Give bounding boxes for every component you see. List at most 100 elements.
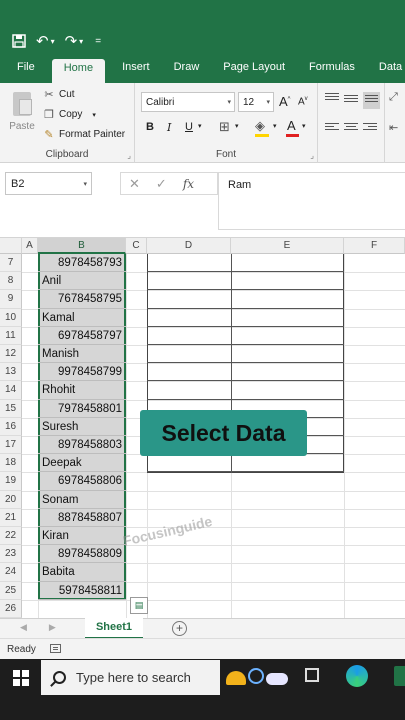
row-header[interactable]: 11 — [0, 326, 22, 345]
cell-b[interactable]: Sonam — [38, 491, 126, 509]
row-header[interactable]: 8 — [0, 272, 22, 291]
redo-icon[interactable]: ↷ ▾ — [65, 32, 84, 50]
orientation-icon[interactable]: ⤢ — [389, 91, 398, 104]
fill-color-icon[interactable]: ◈ — [255, 118, 265, 134]
sheet-tab-sheet1[interactable]: Sheet1 — [85, 618, 143, 639]
borders-icon[interactable]: ⊞ — [219, 119, 230, 135]
cell-b[interactable]: Kiran — [38, 527, 126, 545]
row-header[interactable]: 25 — [0, 581, 22, 600]
shrink-font-button[interactable]: Av — [298, 96, 308, 107]
row-header[interactable]: 24 — [0, 563, 22, 582]
cell-b[interactable]: 8878458807 — [38, 509, 126, 527]
tab-data[interactable]: Data — [367, 57, 405, 83]
align-middle-icon[interactable] — [344, 95, 358, 105]
windows-start-icon[interactable] — [13, 670, 29, 686]
underline-button[interactable]: U — [185, 121, 193, 133]
row-header[interactable]: 10 — [0, 308, 22, 327]
align-left-icon[interactable] — [325, 123, 339, 133]
excel-taskbar-icon[interactable] — [394, 666, 405, 686]
row-header[interactable]: 15 — [0, 399, 22, 418]
row-header[interactable]: 9 — [0, 290, 22, 309]
format-painter-button[interactable]: ✎ Format Painter — [43, 128, 125, 141]
widget-stethoscope-icon[interactable] — [248, 668, 264, 684]
row-header[interactable]: 12 — [0, 345, 22, 364]
tab-page-layout[interactable]: Page Layout — [211, 57, 297, 83]
row-header[interactable]: 13 — [0, 363, 22, 382]
column-header-a[interactable]: A — [22, 238, 38, 254]
name-box[interactable]: B2 ▾ — [5, 172, 92, 195]
undo-icon[interactable]: ↶ ▾ — [36, 32, 55, 50]
cell-b[interactable]: 8978458803 — [38, 436, 126, 454]
row-header[interactable]: 7 — [0, 254, 22, 273]
tab-draw[interactable]: Draw — [162, 57, 212, 83]
cell-b[interactable]: Deepak — [38, 454, 126, 472]
row-header[interactable]: 14 — [0, 381, 22, 400]
chevron-down-icon[interactable]: ▾ — [198, 122, 202, 130]
cut-button[interactable]: ✂ Cut — [43, 88, 74, 101]
chevron-down-icon[interactable]: ▾ — [83, 180, 87, 188]
row-header[interactable]: 23 — [0, 545, 22, 564]
align-right-icon[interactable] — [363, 123, 377, 133]
select-all-corner[interactable] — [0, 238, 22, 254]
task-view-icon[interactable] — [305, 668, 319, 682]
previous-sheet-icon[interactable]: ◀ — [20, 622, 27, 633]
font-name-select[interactable]: Calibri ▾ — [141, 92, 235, 112]
row-header[interactable]: 20 — [0, 490, 22, 509]
quick-analysis-icon[interactable]: ▤ — [130, 597, 148, 614]
cell-b[interactable]: 8978458809 — [38, 545, 126, 563]
formula-input[interactable]: Ram — [218, 172, 405, 230]
enter-icon[interactable]: ✓ — [156, 176, 167, 192]
cell-b[interactable]: 7678458795 — [38, 290, 126, 308]
tab-insert[interactable]: Insert — [110, 57, 162, 83]
row-header[interactable]: 21 — [0, 508, 22, 527]
copy-button[interactable]: ❐ Copy ▾ — [43, 108, 96, 121]
row-header[interactable]: 17 — [0, 436, 22, 455]
cell-b[interactable]: Babita — [38, 563, 126, 581]
cell-b[interactable]: Kamal — [38, 309, 126, 327]
cancel-icon[interactable]: ✕ — [129, 176, 140, 192]
tab-formulas[interactable]: Formulas — [297, 57, 367, 83]
taskbar-search[interactable]: Type here to search — [41, 660, 220, 695]
cell-b[interactable]: Anil — [38, 272, 126, 290]
chevron-down-icon[interactable]: ▾ — [92, 111, 96, 119]
cell-b[interactable]: 9978458799 — [38, 363, 126, 381]
grow-font-button[interactable]: A^ — [279, 94, 291, 109]
column-header-d[interactable]: D — [147, 238, 231, 254]
cell-b[interactable]: Suresh — [38, 418, 126, 436]
row-header[interactable]: 19 — [0, 472, 22, 491]
column-header-e[interactable]: E — [231, 238, 344, 254]
paste-button[interactable]: Paste — [8, 89, 36, 132]
chevron-down-icon[interactable]: ▾ — [302, 122, 306, 130]
column-header-c[interactable]: C — [126, 238, 147, 254]
tab-file[interactable]: File — [5, 57, 47, 83]
align-center-icon[interactable] — [344, 123, 358, 133]
save-icon[interactable] — [12, 34, 26, 48]
next-sheet-icon[interactable]: ▶ — [49, 622, 56, 633]
edge-browser-icon[interactable] — [346, 665, 368, 687]
dialog-launcher-icon[interactable]: ⌟ — [310, 151, 314, 160]
align-bottom-icon[interactable] — [363, 92, 380, 109]
row-header[interactable]: 18 — [0, 454, 22, 473]
align-top-icon[interactable] — [325, 93, 339, 103]
dialog-launcher-icon[interactable]: ⌟ — [127, 151, 131, 160]
cell-b[interactable]: 8978458793 — [38, 254, 126, 272]
widget-cloud-icon[interactable] — [266, 673, 288, 685]
tab-home[interactable]: Home — [51, 59, 106, 83]
insert-function-icon[interactable]: fx — [183, 177, 194, 191]
font-color-icon[interactable]: A — [287, 118, 296, 133]
cell-b[interactable]: 6978458806 — [38, 472, 126, 490]
customize-toolbar-icon[interactable]: = — [95, 36, 101, 47]
row-header[interactable]: 22 — [0, 527, 22, 546]
row-header[interactable]: 16 — [0, 417, 22, 436]
widget-helmet-icon[interactable] — [226, 671, 246, 685]
column-header-b[interactable]: B — [38, 238, 126, 254]
row-header[interactable]: 26 — [0, 599, 22, 618]
cell-b[interactable]: Rhohit — [38, 381, 126, 399]
cell-b[interactable]: Manish — [38, 345, 126, 363]
chevron-down-icon[interactable]: ▾ — [273, 122, 277, 130]
column-header-f[interactable]: F — [344, 238, 405, 254]
cell-b[interactable]: 6978458797 — [38, 327, 126, 345]
accessibility-icon[interactable] — [50, 644, 61, 653]
add-sheet-icon[interactable]: + — [172, 621, 187, 636]
indent-icon[interactable]: ⇤ — [389, 121, 398, 134]
